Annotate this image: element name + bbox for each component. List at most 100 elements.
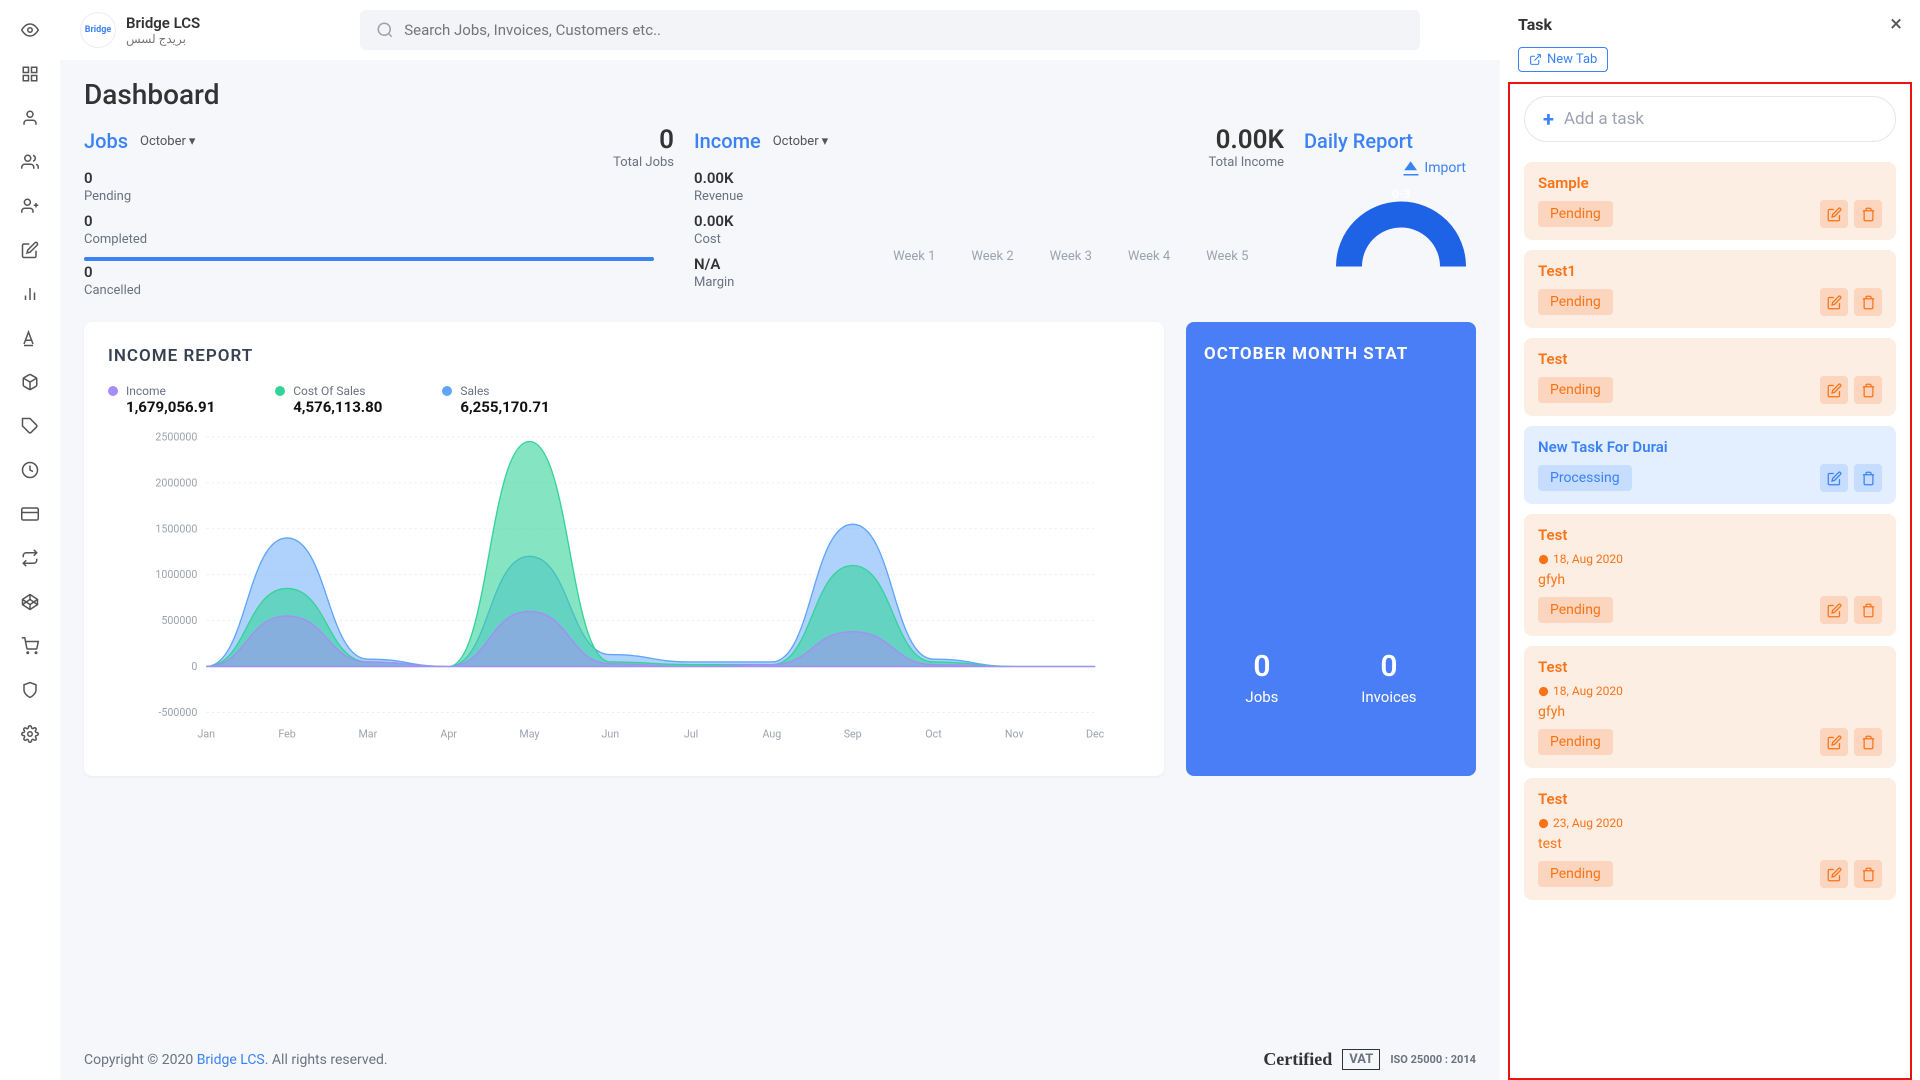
user-icon[interactable] [18, 106, 42, 130]
jobs-title: Jobs [84, 129, 128, 153]
refresh-icon[interactable] [18, 546, 42, 570]
jobs-progress [84, 257, 654, 261]
legend-item: Cost Of Sales4,576,113.80 [275, 384, 382, 416]
legend-value: 6,255,170.71 [460, 398, 549, 416]
daily-report-title: Daily Report [1304, 129, 1413, 153]
week-label: Week 2 [971, 249, 1013, 296]
tag-icon[interactable] [18, 414, 42, 438]
delete-task-button[interactable] [1854, 728, 1882, 756]
trash-icon [1861, 735, 1876, 750]
add-task-input[interactable]: + Add a task [1524, 96, 1896, 142]
edit-icon [1827, 471, 1842, 486]
trash-icon [1861, 867, 1876, 882]
task-card: Test Pending [1524, 338, 1896, 416]
legend-name: Income [126, 384, 166, 398]
certified-badge: Certified [1263, 1049, 1332, 1070]
eye-icon[interactable] [18, 18, 42, 42]
job-stat-label: Cancelled [84, 283, 694, 298]
edit-task-button[interactable] [1820, 596, 1848, 624]
legend-name: Sales [460, 384, 489, 398]
income-section: Income October ▾ 0.00K Total Income 0.00… [694, 129, 1304, 304]
svg-text:Oct: Oct [925, 727, 942, 740]
month-card-title: OCTOBER MONTH STAT [1204, 344, 1458, 364]
user-plus-icon[interactable] [18, 194, 42, 218]
search-input[interactable] [404, 21, 1404, 39]
svg-text:Apr: Apr [440, 727, 457, 740]
codepen-icon[interactable] [18, 590, 42, 614]
income-month-dropdown[interactable]: October ▾ [773, 134, 828, 149]
brand-logo: Bridge [80, 12, 116, 48]
income-report-title: INCOME REPORT [108, 346, 1140, 366]
chevron-down-icon: ▾ [189, 134, 196, 149]
footer-brand-link[interactable]: Bridge LCS [197, 1052, 265, 1068]
jobs-total-label: Total Jobs [613, 155, 674, 170]
font-icon[interactable] [18, 326, 42, 350]
edit-task-button[interactable] [1820, 728, 1848, 756]
edit-task-button[interactable] [1820, 376, 1848, 404]
brand[interactable]: Bridge Bridge LCS بريدج لسس [80, 12, 200, 48]
svg-text:Jan: Jan [197, 727, 215, 740]
box-icon[interactable] [18, 370, 42, 394]
income-stat-label: Cost [694, 232, 743, 247]
task-title: New Task For Durai [1538, 438, 1882, 456]
delete-task-button[interactable] [1854, 464, 1882, 492]
chart-icon[interactable] [18, 282, 42, 306]
income-stat-value: N/A [694, 255, 743, 273]
gear-icon[interactable] [18, 722, 42, 746]
legend-name: Cost Of Sales [293, 384, 365, 398]
edit-task-button[interactable] [1820, 860, 1848, 888]
jobs-month-dropdown[interactable]: October ▾ [140, 134, 195, 149]
footer: Copyright © 2020 Bridge LCS. All rights … [84, 1049, 1476, 1070]
card-icon[interactable] [18, 502, 42, 526]
copyright-suffix: . All rights reserved. [265, 1052, 388, 1068]
jobs-total-value: 0 [613, 127, 674, 153]
delete-task-button[interactable] [1854, 200, 1882, 228]
search-box[interactable] [360, 10, 1420, 50]
edit-task-button[interactable] [1820, 464, 1848, 492]
svg-text:1000000: 1000000 [155, 568, 197, 581]
task-desc: test [1538, 836, 1882, 852]
svg-text:2500000: 2500000 [155, 430, 197, 443]
shield-icon[interactable] [18, 678, 42, 702]
task-title: Test [1538, 658, 1882, 676]
delete-task-button[interactable] [1854, 596, 1882, 624]
delete-task-button[interactable] [1854, 288, 1882, 316]
vat-badge: VAT [1342, 1049, 1380, 1070]
cart-icon[interactable] [18, 634, 42, 658]
svg-text:2000000: 2000000 [155, 476, 197, 489]
grid-icon[interactable] [18, 62, 42, 86]
jobs-section: Jobs October ▾ 0 Total Jobs 0Pending0Com… [84, 129, 694, 304]
search-icon [376, 21, 394, 39]
clock-icon[interactable] [18, 458, 42, 482]
new-tab-button[interactable]: New Tab [1518, 47, 1608, 72]
task-title: Test [1538, 790, 1882, 808]
delete-task-button[interactable] [1854, 376, 1882, 404]
svg-text:Jun: Jun [601, 727, 619, 740]
svg-text:0: 0 [191, 660, 197, 673]
task-card: Sample Pending [1524, 162, 1896, 240]
trash-icon [1861, 295, 1876, 310]
users-icon[interactable] [18, 150, 42, 174]
task-status-badge: Processing [1538, 465, 1632, 491]
edit-task-button[interactable] [1820, 288, 1848, 316]
edit-task-button[interactable] [1820, 200, 1848, 228]
delete-task-button[interactable] [1854, 860, 1882, 888]
edit-icon [1827, 383, 1842, 398]
svg-text:Aug: Aug [762, 727, 781, 740]
task-card: Test 18, Aug 2020gfyh Pending [1524, 514, 1896, 636]
task-card: Test 18, Aug 2020gfyh Pending [1524, 646, 1896, 768]
income-stat-label: Margin [694, 275, 743, 290]
task-panel-title: Task [1518, 15, 1552, 34]
task-status-badge: Pending [1538, 201, 1613, 227]
svg-text:Feb: Feb [278, 727, 295, 740]
task-card: Test 23, Aug 2020test Pending [1524, 778, 1896, 900]
main-content: Dashboard Jobs October ▾ 0 Total Jobs 0P… [60, 60, 1500, 1080]
chevron-down-icon: ▾ [822, 134, 829, 149]
close-icon[interactable]: × [1890, 12, 1902, 37]
month-stat-card: OCTOBER MONTH STAT 0Jobs0Invoices [1186, 322, 1476, 776]
trash-icon [1861, 383, 1876, 398]
task-desc: gfyh [1538, 572, 1882, 588]
edit-icon[interactable] [18, 238, 42, 262]
task-title: Sample [1538, 174, 1882, 192]
week-label: Week 3 [1050, 249, 1092, 296]
